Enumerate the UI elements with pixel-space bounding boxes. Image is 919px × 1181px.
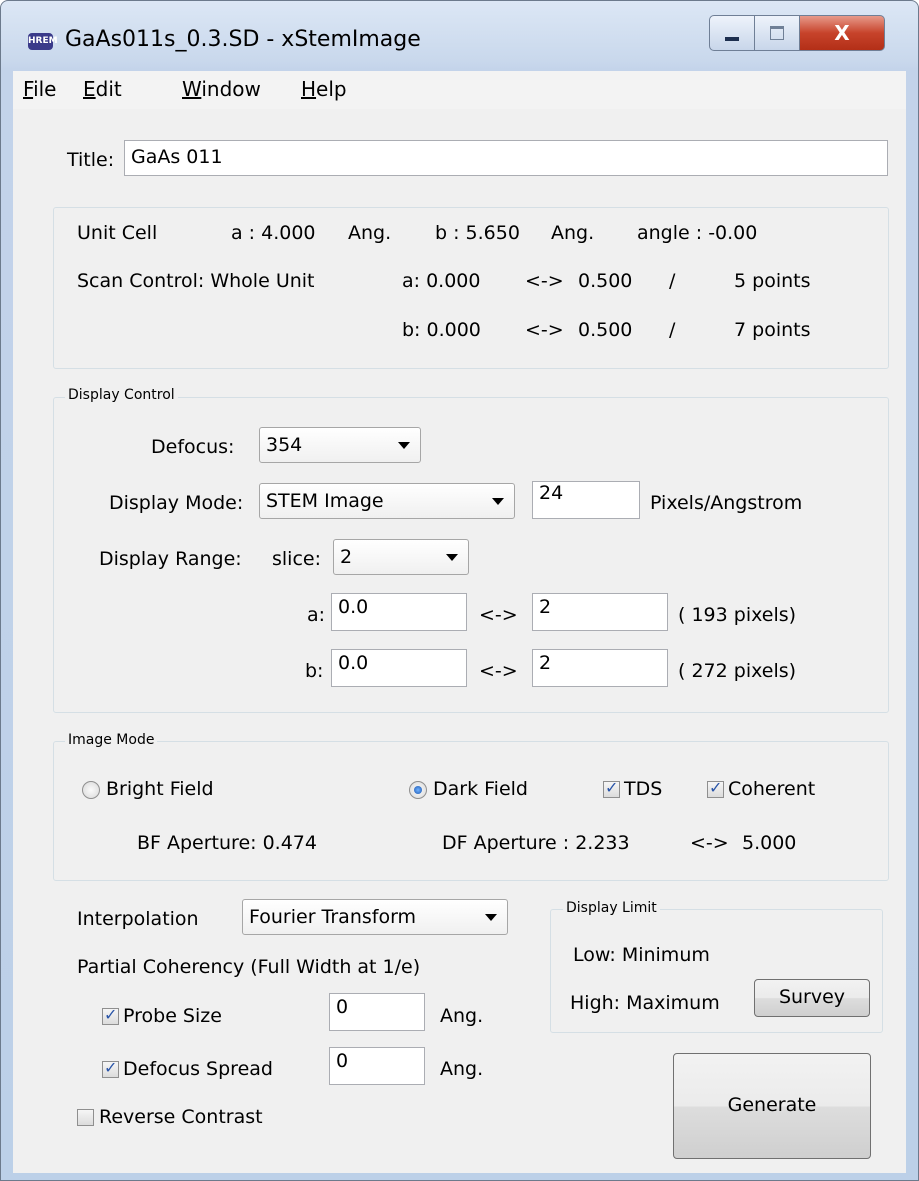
display-mode-value: STEM Image — [266, 490, 384, 512]
coherent-label[interactable]: Coherent — [728, 778, 815, 800]
defocus-spread-checkbox[interactable] — [102, 1058, 119, 1078]
unit-cell-b-unit: Ang. — [551, 222, 595, 244]
range-a-pixels: ( 193 pixels) — [678, 604, 797, 626]
title-bar[interactable]: HREM GaAs011s_0.3.SD - xStemImage X — [1, 1, 918, 71]
scan-b-start: b: 0.000 — [402, 319, 481, 341]
range-b-label: b: — [305, 660, 324, 682]
reverse-contrast-label[interactable]: Reverse Contrast — [99, 1106, 263, 1128]
display-mode-label: Display Mode: — [109, 492, 244, 514]
df-aperture: DF Aperture : 2.233 — [442, 832, 630, 854]
scan-a-slash: / — [669, 270, 676, 292]
interpolation-label: Interpolation — [77, 908, 199, 930]
range-a-label: a: — [307, 604, 326, 626]
range-a-arrow: <-> — [479, 604, 518, 626]
reverse-contrast-checkbox[interactable] — [77, 1109, 94, 1126]
image-mode-group — [53, 741, 889, 881]
interpolation-value: Fourier Transform — [249, 906, 417, 928]
df-aperture-end: 5.000 — [742, 832, 797, 854]
unit-cell-angle: angle : -0.00 — [637, 222, 758, 244]
generate-button[interactable]: Generate — [673, 1053, 871, 1159]
range-a-to-input[interactable]: 2 — [532, 593, 668, 631]
defocus-label: Defocus: — [151, 436, 235, 458]
display-limit-low: Low: Minimum — [573, 944, 710, 966]
client-area: Title: GaAs 011 Unit Cell a : 4.000 Ang.… — [13, 109, 906, 1173]
app-icon: HREM — [28, 33, 58, 50]
probe-size-unit: Ang. — [440, 1005, 484, 1027]
dark-field-label[interactable]: Dark Field — [433, 778, 528, 800]
close-icon: X — [834, 21, 850, 45]
display-mode-select[interactable]: STEM Image — [259, 483, 515, 519]
range-a-from-input[interactable]: 0.0 — [331, 593, 467, 631]
partial-coherency-label: Partial Coherency (Full Width at 1/e) — [77, 956, 421, 978]
range-b-to-input[interactable]: 2 — [532, 649, 668, 687]
bright-field-radio[interactable] — [82, 781, 100, 799]
display-control-group-label: Display Control — [65, 387, 178, 403]
scan-b-slash: / — [669, 319, 676, 341]
probe-size-label[interactable]: Probe Size — [123, 1005, 222, 1027]
menu-bar: File Edit Window Help — [13, 71, 906, 110]
df-aperture-arrow: <-> — [690, 832, 729, 854]
slice-select[interactable]: 2 — [333, 539, 469, 575]
chevron-down-icon — [398, 442, 410, 449]
slice-value: 2 — [340, 546, 353, 568]
unit-cell-a: a : 4.000 — [231, 222, 316, 244]
scan-b-arrow: <-> — [525, 319, 564, 341]
defocus-spread-unit: Ang. — [440, 1058, 484, 1080]
minimize-icon — [725, 37, 739, 41]
chevron-down-icon — [492, 498, 504, 505]
close-button[interactable]: X — [800, 15, 885, 51]
minimize-button[interactable] — [709, 15, 755, 51]
scan-a-arrow: <-> — [525, 270, 564, 292]
menu-window[interactable]: Window — [182, 77, 261, 101]
coherent-checkbox[interactable] — [707, 778, 724, 798]
display-range-label: Display Range: — [99, 548, 242, 570]
maximize-icon — [770, 26, 784, 40]
pixels-per-angstrom-input[interactable]: 24 — [532, 481, 640, 519]
defocus-spread-label[interactable]: Defocus Spread — [123, 1058, 273, 1080]
bright-field-label[interactable]: Bright Field — [106, 778, 214, 800]
survey-button[interactable]: Survey — [754, 979, 870, 1017]
chevron-down-icon — [446, 554, 458, 561]
tds-checkbox[interactable] — [603, 778, 620, 798]
unit-cell-label: Unit Cell — [77, 222, 158, 244]
menu-edit[interactable]: Edit — [83, 77, 122, 101]
range-b-arrow: <-> — [479, 660, 518, 682]
chevron-down-icon — [485, 914, 497, 921]
bf-aperture: BF Aperture: 0.474 — [137, 832, 317, 854]
tds-label[interactable]: TDS — [624, 778, 662, 800]
range-b-pixels: ( 272 pixels) — [678, 660, 797, 682]
unit-cell-b: b : 5.650 — [435, 222, 520, 244]
dark-field-radio[interactable] — [409, 781, 427, 799]
probe-size-checkbox[interactable] — [102, 1005, 119, 1025]
unit-cell-a-unit: Ang. — [348, 222, 392, 244]
scan-b-points: 7 points — [734, 319, 811, 341]
title-input[interactable]: GaAs 011 — [124, 140, 888, 176]
menu-help[interactable]: Help — [301, 77, 347, 101]
display-limit-high: High: Maximum — [570, 992, 720, 1014]
window-controls: X — [709, 15, 885, 51]
scan-a-end: 0.500 — [578, 270, 633, 292]
menu-file[interactable]: File — [23, 77, 56, 101]
window-title: GaAs011s_0.3.SD - xStemImage — [65, 27, 421, 52]
main-window: HREM GaAs011s_0.3.SD - xStemImage X File… — [0, 0, 919, 1181]
probe-size-input[interactable]: 0 — [329, 993, 425, 1031]
pixels-unit-label: Pixels/Angstrom — [650, 492, 803, 514]
interpolation-select[interactable]: Fourier Transform — [242, 899, 508, 935]
maximize-button[interactable] — [755, 15, 800, 51]
scan-a-points: 5 points — [734, 270, 811, 292]
scan-b-end: 0.500 — [578, 319, 633, 341]
defocus-spread-input[interactable]: 0 — [329, 1047, 425, 1085]
defocus-select[interactable]: 354 — [259, 427, 421, 463]
scan-control-label: Scan Control: Whole Unit — [77, 270, 315, 292]
range-b-from-input[interactable]: 0.0 — [331, 649, 467, 687]
scan-a-start: a: 0.000 — [402, 270, 481, 292]
slice-label: slice: — [272, 548, 321, 570]
image-mode-group-label: Image Mode — [65, 732, 158, 748]
display-limit-group-label: Display Limit — [563, 900, 660, 916]
defocus-value: 354 — [266, 434, 303, 456]
title-label: Title: — [67, 149, 115, 171]
